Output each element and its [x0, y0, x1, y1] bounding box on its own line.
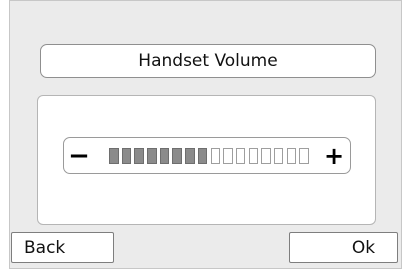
- volume-segment-filled[interactable]: [197, 148, 208, 164]
- volume-segment-empty[interactable]: [273, 148, 284, 164]
- volume-level-track[interactable]: [109, 148, 309, 164]
- volume-segment-filled[interactable]: [185, 148, 195, 164]
- volume-segment-empty[interactable]: [261, 148, 271, 164]
- volume-segment-filled[interactable]: [134, 148, 144, 164]
- volume-up-button[interactable]: +: [322, 138, 346, 173]
- volume-segment-empty[interactable]: [286, 148, 297, 164]
- volume-slider[interactable]: − +: [63, 137, 351, 174]
- volume-segment-filled[interactable]: [121, 148, 132, 164]
- volume-segment-empty[interactable]: [299, 148, 309, 164]
- volume-segment-filled[interactable]: [109, 148, 119, 164]
- volume-segment-filled[interactable]: [147, 148, 157, 164]
- volume-down-button[interactable]: −: [68, 138, 90, 173]
- ok-button[interactable]: Ok: [289, 232, 398, 263]
- back-button[interactable]: Back: [11, 232, 114, 263]
- volume-segment-filled[interactable]: [172, 148, 182, 164]
- volume-segment-empty[interactable]: [248, 148, 259, 164]
- volume-segment-empty[interactable]: [210, 148, 220, 164]
- volume-segment-filled[interactable]: [159, 148, 170, 164]
- volume-settings-screen: Handset Volume − + Back Ok: [0, 0, 402, 269]
- volume-segment-empty[interactable]: [223, 148, 233, 164]
- volume-segment-empty[interactable]: [235, 148, 246, 164]
- page-title-text: Handset Volume: [138, 51, 278, 71]
- page-title: Handset Volume: [40, 44, 376, 78]
